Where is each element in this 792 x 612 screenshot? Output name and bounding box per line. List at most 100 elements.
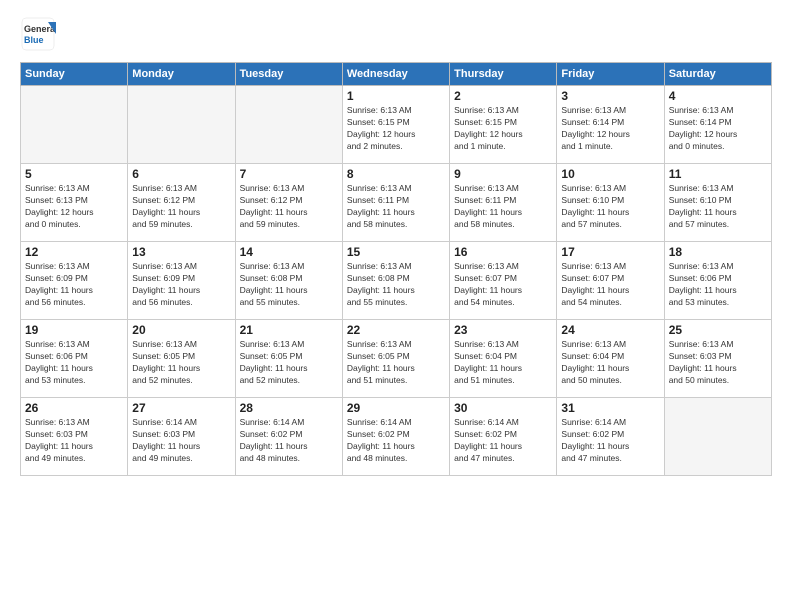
weekday-header-monday: Monday [128, 63, 235, 86]
day-info: Sunrise: 6:13 AM Sunset: 6:09 PM Dayligh… [25, 261, 123, 309]
day-info: Sunrise: 6:13 AM Sunset: 6:15 PM Dayligh… [347, 105, 445, 153]
day-number: 28 [240, 401, 338, 415]
day-number: 31 [561, 401, 659, 415]
weekday-header-tuesday: Tuesday [235, 63, 342, 86]
day-info: Sunrise: 6:13 AM Sunset: 6:08 PM Dayligh… [240, 261, 338, 309]
day-number: 14 [240, 245, 338, 259]
calendar-cell: 12 Sunrise: 6:13 AM Sunset: 6:09 PM Dayli… [21, 242, 128, 320]
calendar-table: SundayMondayTuesdayWednesdayThursdayFrid… [20, 62, 772, 476]
day-info: Sunrise: 6:14 AM Sunset: 6:02 PM Dayligh… [240, 417, 338, 465]
calendar-cell: 19Sunrise: 6:13 AM Sunset: 6:06 PM Dayli… [21, 320, 128, 398]
calendar-cell [664, 398, 771, 476]
day-info: Sunrise: 6:13 AM Sunset: 6:14 PM Dayligh… [561, 105, 659, 153]
calendar-cell: 11Sunrise: 6:13 AM Sunset: 6:10 PM Dayli… [664, 164, 771, 242]
logo-icon: General Blue [20, 16, 56, 52]
calendar-cell: 14 Sunrise: 6:13 AM Sunset: 6:08 PM Dayli… [235, 242, 342, 320]
day-number: 5 [25, 167, 123, 181]
calendar-week-2: 5 Sunrise: 6:13 AM Sunset: 6:13 PM Daylig… [21, 164, 772, 242]
day-info: Sunrise: 6:13 AM Sunset: 6:14 PM Dayligh… [669, 105, 767, 153]
day-number: 21 [240, 323, 338, 337]
calendar-week-1: 1Sunrise: 6:13 AM Sunset: 6:15 PM Daylig… [21, 86, 772, 164]
calendar-cell: 21 Sunrise: 6:13 AM Sunset: 6:05 PM Dayli… [235, 320, 342, 398]
weekday-header-wednesday: Wednesday [342, 63, 449, 86]
weekday-header-friday: Friday [557, 63, 664, 86]
calendar-cell: 10 Sunrise: 6:13 AM Sunset: 6:10 PM Dayli… [557, 164, 664, 242]
day-number: 24 [561, 323, 659, 337]
weekday-header-row: SundayMondayTuesdayWednesdayThursdayFrid… [21, 63, 772, 86]
day-info: Sunrise: 6:14 AM Sunset: 6:02 PM Dayligh… [454, 417, 552, 465]
calendar-cell [235, 86, 342, 164]
day-info: Sunrise: 6:13 AM Sunset: 6:13 PM Dayligh… [25, 183, 123, 231]
day-info: Sunrise: 6:13 AM Sunset: 6:12 PM Dayligh… [240, 183, 338, 231]
calendar-cell [21, 86, 128, 164]
day-number: 12 [25, 245, 123, 259]
calendar-cell: 20 Sunrise: 6:13 AM Sunset: 6:05 PM Dayli… [128, 320, 235, 398]
day-number: 10 [561, 167, 659, 181]
calendar-cell: 18 Sunrise: 6:13 AM Sunset: 6:06 PM Dayli… [664, 242, 771, 320]
day-info: Sunrise: 6:13 AM Sunset: 6:11 PM Dayligh… [347, 183, 445, 231]
svg-text:Blue: Blue [24, 35, 44, 45]
day-info: Sunrise: 6:13 AM Sunset: 6:04 PM Dayligh… [454, 339, 552, 387]
calendar-cell: 9Sunrise: 6:13 AM Sunset: 6:11 PM Daylig… [450, 164, 557, 242]
day-number: 15 [347, 245, 445, 259]
day-number: 26 [25, 401, 123, 415]
day-info: Sunrise: 6:13 AM Sunset: 6:09 PM Dayligh… [132, 261, 230, 309]
day-info: Sunrise: 6:14 AM Sunset: 6:03 PM Dayligh… [132, 417, 230, 465]
calendar-cell: 22 Sunrise: 6:13 AM Sunset: 6:05 PM Dayli… [342, 320, 449, 398]
day-number: 2 [454, 89, 552, 103]
page-container: General Blue SundayMondayTuesdayWednesda… [0, 0, 792, 612]
day-info: Sunrise: 6:13 AM Sunset: 6:05 PM Dayligh… [132, 339, 230, 387]
day-number: 20 [132, 323, 230, 337]
day-info: Sunrise: 6:14 AM Sunset: 6:02 PM Dayligh… [561, 417, 659, 465]
calendar-cell: 17 Sunrise: 6:13 AM Sunset: 6:07 PM Dayli… [557, 242, 664, 320]
day-number: 4 [669, 89, 767, 103]
day-info: Sunrise: 6:13 AM Sunset: 6:06 PM Dayligh… [25, 339, 123, 387]
calendar-cell: 24 Sunrise: 6:13 AM Sunset: 6:04 PM Dayli… [557, 320, 664, 398]
calendar-cell: 29 Sunrise: 6:14 AM Sunset: 6:02 PM Dayli… [342, 398, 449, 476]
calendar-cell: 3 Sunrise: 6:13 AM Sunset: 6:14 PM Daylig… [557, 86, 664, 164]
day-info: Sunrise: 6:13 AM Sunset: 6:04 PM Dayligh… [561, 339, 659, 387]
day-number: 7 [240, 167, 338, 181]
day-number: 16 [454, 245, 552, 259]
weekday-header-sunday: Sunday [21, 63, 128, 86]
day-info: Sunrise: 6:13 AM Sunset: 6:07 PM Dayligh… [561, 261, 659, 309]
calendar-cell: 26Sunrise: 6:13 AM Sunset: 6:03 PM Dayli… [21, 398, 128, 476]
calendar-cell: 8 Sunrise: 6:13 AM Sunset: 6:11 PM Daylig… [342, 164, 449, 242]
day-number: 22 [347, 323, 445, 337]
calendar-cell [128, 86, 235, 164]
calendar-week-4: 19Sunrise: 6:13 AM Sunset: 6:06 PM Dayli… [21, 320, 772, 398]
day-info: Sunrise: 6:13 AM Sunset: 6:08 PM Dayligh… [347, 261, 445, 309]
weekday-header-saturday: Saturday [664, 63, 771, 86]
calendar-cell: 13 Sunrise: 6:13 AM Sunset: 6:09 PM Dayli… [128, 242, 235, 320]
day-number: 18 [669, 245, 767, 259]
calendar-cell: 7 Sunrise: 6:13 AM Sunset: 6:12 PM Daylig… [235, 164, 342, 242]
day-number: 29 [347, 401, 445, 415]
day-number: 13 [132, 245, 230, 259]
day-number: 27 [132, 401, 230, 415]
calendar-cell: 30 Sunrise: 6:14 AM Sunset: 6:02 PM Dayli… [450, 398, 557, 476]
day-number: 8 [347, 167, 445, 181]
weekday-header-thursday: Thursday [450, 63, 557, 86]
day-info: Sunrise: 6:13 AM Sunset: 6:05 PM Dayligh… [347, 339, 445, 387]
calendar-cell: 6 Sunrise: 6:13 AM Sunset: 6:12 PM Daylig… [128, 164, 235, 242]
calendar-week-3: 12 Sunrise: 6:13 AM Sunset: 6:09 PM Dayli… [21, 242, 772, 320]
day-info: Sunrise: 6:13 AM Sunset: 6:10 PM Dayligh… [669, 183, 767, 231]
day-number: 3 [561, 89, 659, 103]
day-info: Sunrise: 6:13 AM Sunset: 6:05 PM Dayligh… [240, 339, 338, 387]
day-info: Sunrise: 6:13 AM Sunset: 6:10 PM Dayligh… [561, 183, 659, 231]
logo: General Blue [20, 16, 60, 52]
day-info: Sunrise: 6:14 AM Sunset: 6:02 PM Dayligh… [347, 417, 445, 465]
calendar-cell: 23 Sunrise: 6:13 AM Sunset: 6:04 PM Dayli… [450, 320, 557, 398]
day-number: 25 [669, 323, 767, 337]
day-number: 6 [132, 167, 230, 181]
day-info: Sunrise: 6:13 AM Sunset: 6:06 PM Dayligh… [669, 261, 767, 309]
calendar-cell: 1Sunrise: 6:13 AM Sunset: 6:15 PM Daylig… [342, 86, 449, 164]
calendar-cell: 4 Sunrise: 6:13 AM Sunset: 6:14 PM Daylig… [664, 86, 771, 164]
calendar-cell: 2Sunrise: 6:13 AM Sunset: 6:15 PM Daylig… [450, 86, 557, 164]
day-info: Sunrise: 6:13 AM Sunset: 6:12 PM Dayligh… [132, 183, 230, 231]
calendar-cell: 16Sunrise: 6:13 AM Sunset: 6:07 PM Dayli… [450, 242, 557, 320]
day-number: 23 [454, 323, 552, 337]
day-number: 30 [454, 401, 552, 415]
day-number: 17 [561, 245, 659, 259]
day-info: Sunrise: 6:13 AM Sunset: 6:11 PM Dayligh… [454, 183, 552, 231]
